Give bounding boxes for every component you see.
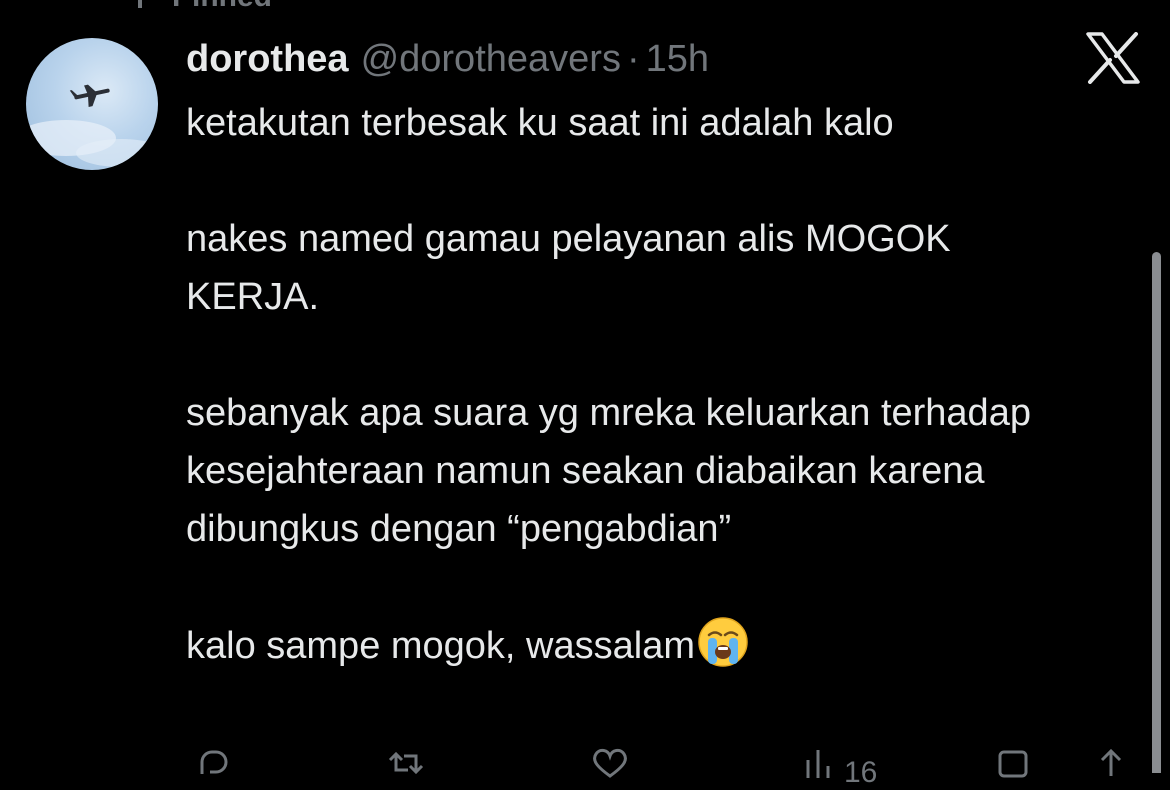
tweet[interactable]: dorothea @dorotheavers · 15h ketakutan t… — [186, 36, 1086, 675]
like-icon[interactable] — [590, 748, 630, 778]
tweet-paragraph: sebanyak apa suara yg mreka keluarkan te… — [186, 392, 1031, 550]
bookmark-icon[interactable] — [996, 748, 1030, 778]
user-handle[interactable]: @dorotheavers — [361, 36, 621, 82]
x-logo-icon[interactable] — [1086, 32, 1140, 84]
timestamp[interactable]: 15h — [646, 36, 709, 82]
views-icon[interactable] — [802, 748, 842, 778]
airplane-icon — [26, 84, 158, 167]
tweet-text: ketakutan terbesak ku saat ini adalah ka… — [186, 94, 1086, 675]
tweet-paragraph: ketakutan terbesak ku saat ini adalah ka… — [186, 102, 894, 144]
tweet-paragraph-last: kalo sampe mogok, wassalam — [186, 616, 1086, 675]
scrollbar[interactable] — [1152, 252, 1161, 773]
tweet-paragraph: nakes named gamau pelayanan alis MOGOK K… — [186, 218, 951, 318]
retweet-icon[interactable] — [386, 748, 426, 778]
pinned-indicator: Pinned — [130, 0, 272, 14]
tweet-paragraph: kalo sampe mogok, wassalam — [186, 625, 695, 667]
tweet-header: dorothea @dorotheavers · 15h — [186, 36, 1086, 82]
loudly-crying-face-icon — [698, 617, 748, 667]
share-icon[interactable] — [1094, 748, 1128, 778]
pinned-label: Pinned — [172, 0, 272, 14]
avatar[interactable] — [26, 38, 158, 170]
tweet-actions: 16 — [186, 748, 1136, 789]
display-name[interactable]: dorothea — [186, 36, 349, 82]
separator-dot: · — [626, 38, 640, 80]
pin-icon — [130, 0, 150, 8]
views-count: 16 — [844, 756, 878, 789]
reply-icon[interactable] — [196, 748, 230, 778]
